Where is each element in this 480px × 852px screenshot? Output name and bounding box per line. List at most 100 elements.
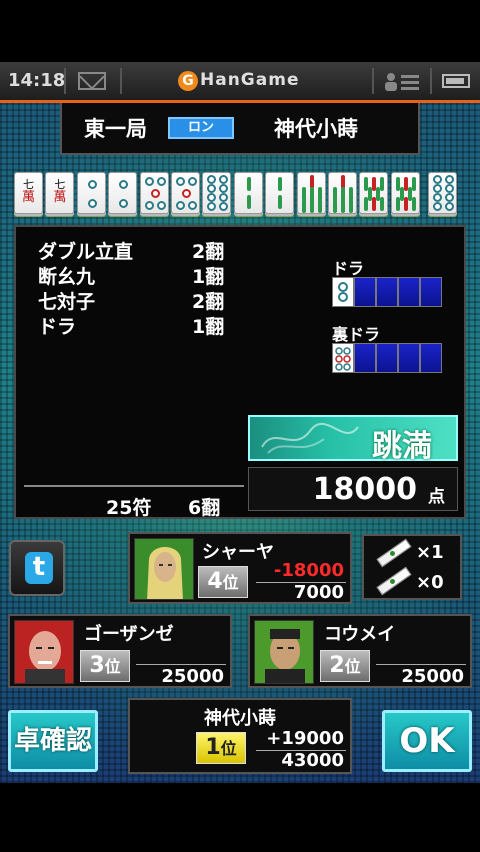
tile-pip (207, 175, 217, 184)
hidden-tile (420, 277, 442, 307)
rank-suffix: 位 (344, 657, 361, 676)
rank-number: 4 (207, 569, 223, 594)
tile-pip (188, 177, 197, 186)
tile-pip (399, 187, 404, 201)
player-rank-badge: 2位 (320, 650, 370, 682)
player-portrait (14, 620, 74, 684)
tile-face (329, 173, 356, 213)
sticks-box: ×1 ×0 (362, 534, 462, 600)
tile-suit: 萬 (21, 190, 35, 205)
riichi-stick-count: ×1 (416, 542, 444, 563)
tile-pip (368, 187, 373, 201)
hangame-logo-text: HanGame (200, 70, 300, 90)
hidden-tile (376, 343, 398, 373)
hidden-tile (398, 343, 420, 373)
tile-face (360, 173, 387, 213)
tile-face (235, 173, 262, 213)
han-total: 6翻 (188, 497, 221, 519)
tile-pip (445, 193, 455, 202)
tile-pip (207, 202, 217, 211)
yaku-name: 断幺九 (38, 266, 96, 288)
twitter-share-button[interactable]: t (9, 540, 65, 596)
score-board: ダブル立直 2翻 断幺九 1翻 七対子 2翻 ドラ 1翻 ドラ 裏ドラ 跳満 1… (14, 225, 466, 519)
tile-pip (87, 199, 97, 208)
pin-tile (202, 172, 232, 214)
tile-pip (380, 177, 385, 191)
player-panel-koumei: コウメイ 2位 25000 (248, 614, 472, 688)
divider (376, 664, 466, 665)
tile-pip (144, 177, 154, 186)
pin-tile (76, 172, 106, 214)
player-name: シャーヤ (202, 542, 274, 563)
tile-face (109, 173, 136, 213)
divider (136, 664, 226, 665)
honba-stick-count: ×0 (416, 572, 444, 593)
hidden-tile (354, 277, 376, 307)
win-type-badge: ロン (168, 117, 234, 139)
tile-pip (119, 199, 129, 208)
pin-tile (108, 172, 138, 214)
pin-tile (428, 172, 458, 214)
hand-rank-banner: 跳満 (248, 415, 458, 464)
clock: 14:18 (8, 70, 66, 91)
ura-dora-label: 裏ドラ (332, 325, 381, 344)
tile-pip (119, 180, 129, 189)
player-panel-gozanze: ゴーザンゼ 3位 25000 (8, 614, 232, 688)
ok-button[interactable]: OK (382, 710, 472, 772)
tile-pip (333, 199, 337, 213)
ura-dora-indicator-tile (332, 343, 354, 373)
tile-pip (433, 184, 443, 193)
player-score: 7000 (293, 582, 344, 603)
sou-tile (390, 172, 420, 214)
player-score: 43000 (281, 750, 344, 771)
tile-pip (349, 199, 353, 213)
rank-number: 3 (89, 653, 105, 678)
yaku-name: ダブル立直 (38, 241, 134, 263)
tile-pip (445, 202, 455, 211)
player-portrait (134, 538, 194, 600)
tile-pip (341, 199, 345, 213)
tile-face (429, 173, 456, 213)
sou-tile (265, 172, 295, 214)
tile-face (392, 173, 419, 213)
tile-face (172, 173, 199, 213)
rank-number: 1 (205, 735, 221, 760)
rank-suffix: 位 (104, 657, 121, 676)
honba-stick-icon (376, 566, 412, 596)
sou-tile (296, 172, 326, 214)
divider (64, 68, 66, 94)
table-check-button[interactable]: 卓確認 (8, 710, 98, 772)
winning-hand: 七萬七萬 (14, 172, 466, 218)
yaku-name: ドラ (38, 316, 77, 338)
player-portrait (254, 620, 314, 684)
hidden-tile (354, 343, 376, 373)
tile-pip (445, 175, 455, 184)
tile-pip (317, 199, 322, 213)
sou-tile (233, 172, 263, 214)
tile-pip (182, 189, 191, 198)
hidden-tile (420, 343, 442, 373)
people-icon[interactable] (384, 72, 420, 92)
pin-tile (171, 172, 200, 214)
score-delta: +19000 (266, 728, 344, 749)
player-panel-winner: 神代小蒔 1位 +19000 43000 (128, 698, 352, 774)
tile-face (298, 173, 325, 213)
tile-pip (219, 184, 229, 193)
mail-icon[interactable] (78, 72, 106, 90)
rank-suffix: 位 (220, 739, 237, 758)
divider (24, 485, 244, 487)
tile-pip (278, 177, 283, 191)
points-box: 18000 点 (248, 467, 458, 511)
player-rank-badge: 4位 (198, 566, 248, 598)
tile-pip (380, 197, 385, 211)
player-rank-badge: 3位 (80, 650, 130, 682)
tile-pip (433, 193, 443, 202)
tile-pip (433, 175, 443, 184)
dora-label: ドラ (332, 259, 365, 278)
dora-indicator-tile (332, 277, 354, 307)
tile-pip (376, 187, 381, 201)
tile-pip (407, 187, 412, 201)
tile-pip (411, 177, 416, 191)
divider (120, 68, 122, 94)
man-tile: 七萬 (45, 172, 75, 214)
